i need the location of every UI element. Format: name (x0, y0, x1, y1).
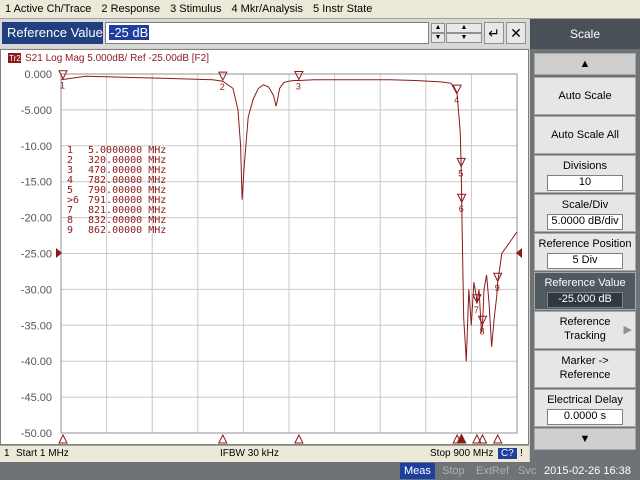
stop-status: Stop (442, 465, 465, 477)
step-up-icon[interactable]: ▲ (446, 23, 482, 33)
menu-mkr-analysis[interactable]: 4 Mkr/Analysis (226, 3, 308, 15)
ref-pos-label: Reference Position (538, 238, 632, 250)
reference-value-button[interactable]: Reference Value -25.000 dB (534, 272, 636, 310)
bottom-marker-triangle[interactable] (492, 433, 503, 444)
reference-tracking-button[interactable]: Reference Tracking ▶ (534, 311, 636, 349)
menu-bar: 1 Active Ch/Trace 2 Response 3 Stimulus … (0, 0, 640, 19)
y-tick-label: -45.00 (21, 392, 52, 404)
spin-up-icon[interactable]: ▲ (431, 23, 445, 33)
y-tick-label: 0.000 (24, 69, 52, 81)
bottom-marker-triangle[interactable] (472, 433, 482, 444)
marker-label: 6 (459, 204, 464, 214)
y-tick-label: -30.00 (21, 284, 52, 296)
bottom-marker-triangle[interactable] (294, 433, 304, 444)
instrument-status-bar: Meas Stop ExtRef Svc 2015-02-26 16:38 (0, 462, 640, 480)
y-tick-label: -35.00 (21, 320, 52, 332)
svc-status: Svc (518, 465, 537, 477)
spin-down-icon[interactable]: ▼ (431, 33, 445, 43)
marker-label: 4 (454, 95, 459, 105)
marker-to-reference-button[interactable]: Marker -> Reference (534, 350, 636, 388)
y-tick-label: -40.00 (21, 356, 52, 368)
y-tick-label: -5.000 (21, 105, 52, 117)
electrical-delay-button[interactable]: Electrical Delay 0.0000 s (534, 389, 636, 427)
ref-val-label: Reference Value (544, 277, 626, 289)
marker-triangle[interactable] (217, 71, 228, 82)
y-tick-label: -15.00 (21, 177, 52, 189)
menu-instr-state[interactable]: 5 Instr State (308, 3, 377, 15)
channel-status-bar: 1 Start 1 MHz IFBW 30 kHz Stop 900 MHz C… (0, 445, 529, 462)
softkey-scroll-up-icon[interactable]: ▲ (534, 53, 636, 75)
menu-active-ch-trace[interactable]: 1 Active Ch/Trace (0, 3, 96, 15)
marker-ref-line2: Reference (559, 369, 611, 381)
divisions-button[interactable]: Divisions 10 (534, 155, 636, 193)
y-tick-label: -10.00 (21, 141, 52, 153)
marker-label: 3 (296, 81, 301, 91)
y-tick-label: -25.00 (21, 249, 52, 261)
auto-scale-all-button[interactable]: Auto Scale All (534, 116, 636, 154)
menu-stimulus[interactable]: 3 Stimulus (165, 3, 226, 15)
close-icon[interactable]: ✕ (506, 22, 526, 44)
marker-label: 1 (60, 81, 65, 91)
warning-indicator: ! (520, 448, 523, 459)
s21-chart: Tr2 S21 Log Mag 5.000dB/ Ref -25.00dB [F… (8, 53, 522, 444)
entry-label: Reference Value (2, 22, 103, 44)
date-time: 2015-02-26 16:38 (544, 465, 631, 477)
chevron-right-icon: ▶ (623, 324, 632, 336)
reference-position-button[interactable]: Reference Position 5 Div (534, 233, 636, 271)
auto-scale-button[interactable]: Auto Scale (534, 77, 636, 115)
ref-tracking-line2: Tracking (564, 330, 606, 342)
y-tick-label: -20.00 (21, 213, 52, 225)
bottom-marker-triangle[interactable] (58, 433, 68, 444)
softkey-panel: Scale ▲ Auto Scale Auto Scale All Divisi… (530, 19, 640, 464)
enter-icon[interactable]: ↵ (484, 22, 504, 44)
grid (60, 73, 518, 434)
extref-status: ExtRef (476, 465, 510, 477)
divisions-label: Divisions (562, 160, 607, 172)
start-frequency[interactable]: Start 1 MHz (16, 448, 69, 459)
channel-number: 1 (4, 448, 10, 459)
y-tick-label: -50.00 (21, 428, 52, 440)
marker-table-num: 9 (67, 225, 73, 236)
scale-div-button[interactable]: Scale/Div 5.0000 dB/div (534, 194, 636, 232)
ifbw[interactable]: IFBW 30 kHz (220, 448, 279, 459)
chart-header: S21 Log Mag 5.000dB/ Ref -25.00dB [F2] (25, 53, 209, 64)
step-down-icon[interactable]: ▼ (446, 33, 482, 43)
marker-label: 9 (495, 283, 500, 293)
stop-frequency[interactable]: Stop 900 MHz (430, 448, 493, 459)
marker-label: 7 (474, 305, 479, 315)
ref-pos-value: 5 Div (547, 253, 623, 269)
entry-bar: Reference Value -25 dB ▲ ▼ ▲ ▼ ↵ ✕ (0, 19, 529, 48)
marker-table: 1 5.0000000 MHz2 320.00000 MHz3 470.00000 M… (67, 145, 166, 236)
ref-tracking-line1: Reference (559, 316, 611, 328)
bottom-marker-triangle[interactable] (477, 433, 488, 444)
ref-val-value: -25.000 dB (547, 292, 623, 308)
scale-div-label: Scale/Div (561, 199, 609, 211)
marker-label: 8 (480, 326, 485, 336)
marker-label: 2 (220, 82, 225, 92)
marker-table-freq: 862.00000 MHz (88, 225, 166, 236)
softkey-scroll-down-icon[interactable]: ▼ (534, 428, 636, 450)
marker-ref-line1: Marker -> (561, 355, 609, 367)
elec-delay-value: 0.0000 s (547, 409, 623, 425)
elec-delay-label: Electrical Delay (547, 394, 623, 406)
bottom-marker-triangles (58, 433, 503, 444)
c2-indicator: C? (498, 448, 517, 459)
bottom-marker-triangle[interactable] (217, 433, 228, 444)
divisions-value: 10 (547, 175, 623, 191)
softkey-title: Scale (530, 19, 640, 49)
marker-label: 5 (458, 168, 463, 178)
entry-value-text: -25 dB (109, 25, 150, 40)
y-tick-labels: 0.000 -5.000 -10.00 -15.00 -20.00 -25.00 -30.0… (21, 69, 52, 440)
chart-area: Tr2 S21 Log Mag 5.000dB/ Ref -25.00dB [F… (0, 49, 529, 445)
reference-value-input[interactable]: -25 dB (105, 22, 429, 44)
meas-status: Meas (400, 463, 435, 479)
trace-label: Tr2 (9, 54, 21, 63)
menu-response[interactable]: 2 Response (96, 3, 165, 15)
marker-triangle[interactable] (58, 70, 68, 80)
scale-div-value: 5.0000 dB/div (547, 214, 623, 230)
marker-triangle[interactable] (294, 70, 304, 81)
